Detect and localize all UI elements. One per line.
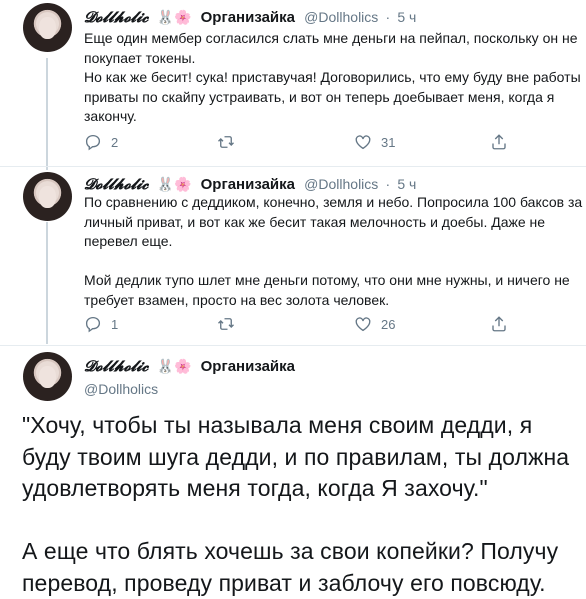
user-handle[interactable]: @Dollholics bbox=[304, 9, 378, 25]
share-icon bbox=[492, 316, 506, 332]
like-count: 31 bbox=[381, 134, 396, 150]
avatar[interactable] bbox=[23, 172, 72, 221]
like-count: 26 bbox=[381, 316, 396, 332]
like-button[interactable]: 31 bbox=[354, 133, 395, 151]
timestamp[interactable]: 5 ч bbox=[397, 176, 416, 192]
separator-dot: · bbox=[385, 176, 391, 192]
like-button[interactable]: 26 bbox=[354, 315, 395, 333]
user-handle[interactable]: @Dollholics bbox=[304, 176, 378, 192]
org-name[interactable]: Организайка bbox=[201, 358, 295, 375]
heart-icon bbox=[355, 135, 371, 150]
avatar[interactable] bbox=[23, 352, 72, 401]
tweet-actions: 2 31 bbox=[84, 133, 524, 153]
tweet[interactable]: 𝓓𝓸𝓵𝓵𝓱𝓸𝓵𝓲𝓬 🐰🌸 Организайка @Dollholics · 5… bbox=[0, 0, 586, 165]
tweet-header: 𝓓𝓸𝓵𝓵𝓱𝓸𝓵𝓲𝓬 🐰🌸 Организайка @Dollholics · 5… bbox=[84, 175, 416, 193]
name-emoji: 🐰🌸 bbox=[156, 358, 192, 374]
tweet-actions: 1 26 bbox=[84, 315, 524, 335]
reply-button[interactable]: 2 bbox=[84, 133, 118, 151]
name-emoji: 🐰🌸 bbox=[156, 9, 192, 25]
reply-count: 1 bbox=[111, 316, 119, 332]
retweet-icon bbox=[218, 136, 234, 148]
share-button[interactable] bbox=[490, 133, 517, 151]
reply-icon bbox=[85, 134, 101, 151]
retweet-button[interactable] bbox=[217, 133, 244, 151]
reply-icon bbox=[85, 316, 101, 333]
tweet-header: 𝓓𝓸𝓵𝓵𝓱𝓸𝓵𝓲𝓬 🐰🌸 Организайка @Dollholics · 5… bbox=[84, 8, 416, 26]
main-tweet-text: "Хочу, чтобы ты называла меня своим дедд… bbox=[22, 412, 570, 596]
display-name[interactable]: 𝓓𝓸𝓵𝓵𝓱𝓸𝓵𝓲𝓬 bbox=[84, 357, 148, 375]
display-name[interactable]: 𝓓𝓸𝓵𝓵𝓱𝓸𝓵𝓲𝓬 bbox=[84, 175, 148, 193]
user-handle[interactable]: @Dollholics bbox=[84, 381, 158, 397]
display-name[interactable]: 𝓓𝓸𝓵𝓵𝓱𝓸𝓵𝓲𝓬 bbox=[84, 8, 148, 26]
share-button[interactable] bbox=[490, 315, 517, 333]
timestamp[interactable]: 5 ч bbox=[397, 9, 416, 25]
retweet-button[interactable] bbox=[217, 315, 244, 333]
name-emoji: 🐰🌸 bbox=[156, 176, 192, 192]
separator-dot: · bbox=[385, 9, 391, 25]
reply-button[interactable]: 1 bbox=[84, 315, 118, 333]
reply-count: 2 bbox=[111, 134, 119, 150]
org-name[interactable]: Организайка bbox=[201, 176, 295, 193]
org-name[interactable]: Организайка bbox=[201, 9, 295, 26]
tweet-header: 𝓓𝓸𝓵𝓵𝓱𝓸𝓵𝓲𝓬 🐰🌸 Организайка bbox=[84, 357, 295, 375]
retweet-icon bbox=[218, 318, 234, 330]
heart-icon bbox=[355, 317, 371, 332]
tweet-text: По сравнению с деддиком, конечно, земля … bbox=[84, 194, 583, 308]
share-icon bbox=[492, 134, 506, 150]
avatar[interactable] bbox=[23, 3, 72, 52]
tweet-text: Еще один мембер согласился слать мне ден… bbox=[84, 30, 581, 124]
tweet[interactable]: 𝓓𝓸𝓵𝓵𝓱𝓸𝓵𝓲𝓬 🐰🌸 Организайка @Dollholics · 5… bbox=[0, 167, 586, 345]
